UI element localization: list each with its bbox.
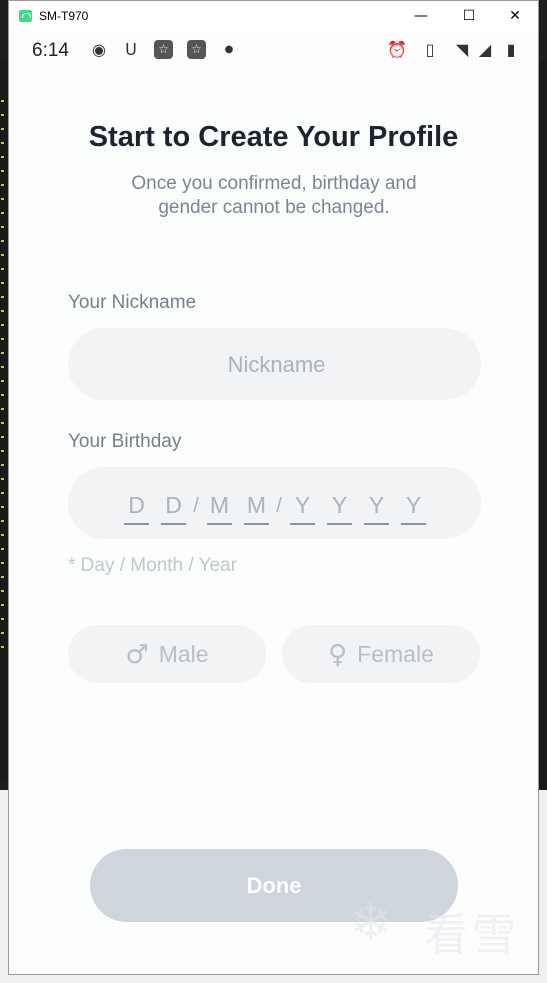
done-button[interactable]: Done [90,849,458,922]
magnet-icon: ᑌ [125,40,137,59]
page-subtitle: Once you confirmed, birthday and gender … [131,173,417,218]
nickname-input[interactable] [68,328,485,402]
window-titlebar[interactable]: SM-T970 — ☐ ✕ [9,1,538,31]
birthday-month-1[interactable]: M [207,489,232,525]
male-button[interactable]: ♂ Male [68,625,266,683]
maximize-button[interactable]: ☐ [446,1,492,31]
birthday-year-1[interactable]: Y [290,489,315,525]
page-title: Start to Create Your Profile [88,121,459,153]
birthday-year-3[interactable]: Y [364,489,389,525]
backdrop-right-strip [539,60,547,790]
wifi-icon: ◥ [455,40,469,59]
female-button[interactable]: ♀ Female [282,625,480,683]
birthday-format-hint: * Day / Month / Year [68,555,237,576]
backdrop-console-text [1,100,4,660]
birthday-month-2[interactable]: M [244,489,269,525]
date-separator: / [276,495,282,517]
close-button[interactable]: ✕ [492,1,538,31]
birthday-year-2[interactable]: Y [327,489,352,525]
date-separator: / [193,495,199,517]
status-time: 6:14 [32,40,69,61]
male-symbol-icon: ♂ [125,640,149,670]
birthday-label: Your Birthday [68,431,182,452]
dot-icon: ● [224,44,234,55]
record-icon: ◉ [92,40,106,59]
male-label: Male [158,641,209,667]
birthday-field-container[interactable]: D D / M M / Y Y Y Y [68,467,481,539]
vibrate-icon: ▯ [425,40,435,59]
no-signal-icon: ◢ [478,40,492,59]
minimize-button[interactable]: — [398,1,444,31]
alarm-icon: ⏰ [387,40,407,59]
birthday-day-2[interactable]: D [161,489,186,525]
nickname-field-container [68,328,485,402]
female-symbol-icon: ♀ [328,640,348,670]
battery-icon: ▮ [506,40,516,59]
star-box-icon: ☆ [154,40,173,59]
female-label: Female [357,641,434,667]
birthday-year-4[interactable]: Y [401,489,426,525]
android-app-icon [19,10,32,22]
nickname-label: Your Nickname [68,292,197,313]
android-status-bar: 6:14 ◉ ᑌ ☆ ☆ ● ⏰ ▯ ◥ ◢ ▮ [9,31,538,69]
window-title: SM-T970 [39,9,89,23]
device-screen: 6:14 ◉ ᑌ ☆ ☆ ● ⏰ ▯ ◥ ◢ ▮ Start to Create… [9,31,538,974]
emulator-window: SM-T970 — ☐ ✕ 6:14 ◉ ᑌ ☆ ☆ ● ⏰ ▯ ◥ ◢ ▮ S… [8,0,539,975]
star-box-icon: ☆ [187,40,206,59]
birthday-day-1[interactable]: D [124,489,149,525]
